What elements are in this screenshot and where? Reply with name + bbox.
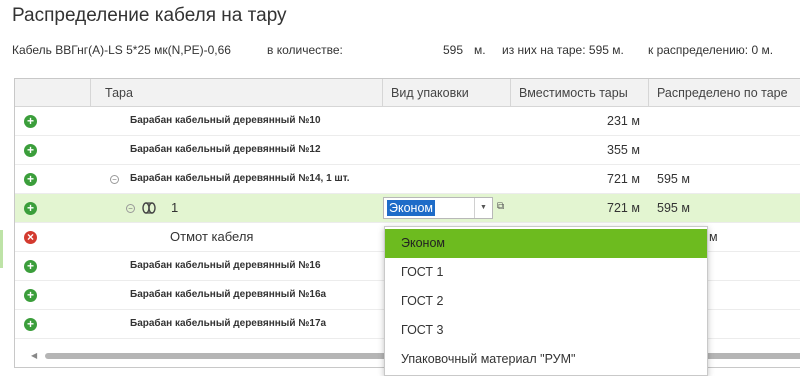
left-edge-marker	[0, 230, 3, 268]
tare-name: Барабан кабельный деревянный №16а	[130, 289, 327, 300]
dropdown-option[interactable]: Эконом	[385, 229, 707, 258]
tare-name: Барабан кабельный деревянный №12	[130, 144, 321, 155]
table-header: Тара Вид упаковки Вместимость тары Распр…	[15, 79, 800, 107]
remove-icon[interactable]: ×	[24, 231, 37, 244]
cable-name: Кабель ВВГнг(А)-LS 5*25 мк(N,PE)-0,66	[12, 43, 231, 57]
table-row[interactable]: + − Барабан кабельный деревянный №14, 1 …	[15, 165, 800, 194]
qty-value: 595	[443, 43, 464, 57]
cable-reel-icon	[142, 202, 156, 214]
cable-info-bar: Кабель ВВГнг(А)-LS 5*25 мк(N,PE)-0,66 в …	[0, 43, 800, 59]
dropdown-option[interactable]: ГОСТ 3	[385, 316, 707, 345]
packaging-select[interactable]: Эконом ▼	[383, 197, 493, 219]
table-row-selected[interactable]: + − 1 Эконом ▼ ⧉ 721 м 595 м	[15, 194, 800, 223]
qty-label: в количестве:	[267, 43, 343, 57]
add-icon[interactable]: +	[24, 202, 37, 215]
distributed-cell: 595 м	[657, 172, 690, 186]
packaging-select-value[interactable]: Эконом	[387, 200, 435, 216]
qty-unit: м.	[474, 43, 486, 57]
header-tara[interactable]: Тара	[91, 79, 383, 107]
add-icon[interactable]: +	[24, 173, 37, 186]
dropdown-option[interactable]: ГОСТ 2	[385, 287, 707, 316]
capacity-cell: 721 м	[607, 172, 640, 186]
distributed-cell: 595 м	[657, 201, 690, 215]
header-distributed[interactable]: Распределено по таре	[649, 79, 800, 107]
header-icon-col	[15, 79, 91, 107]
add-icon[interactable]: +	[24, 260, 37, 273]
add-icon[interactable]: +	[24, 289, 37, 302]
add-icon[interactable]: +	[24, 144, 37, 157]
dropdown-option[interactable]: ГОСТ 1	[385, 258, 707, 287]
on-tare-text: из них на таре: 595 м.	[502, 43, 624, 57]
open-form-icon[interactable]: ⧉	[497, 201, 509, 213]
tare-name: Барабан кабельный деревянный №10	[130, 115, 321, 126]
collapse-icon[interactable]: −	[110, 175, 119, 184]
page-title: Распределение кабеля на тару	[12, 5, 287, 26]
tare-name: Барабан кабельный деревянный №16	[130, 260, 321, 271]
capacity-cell: 721 м	[607, 201, 640, 215]
header-capacity[interactable]: Вместимость тары	[511, 79, 649, 107]
chevron-down-icon[interactable]: ▼	[474, 198, 492, 218]
table-row[interactable]: + Барабан кабельный деревянный №10 231 м	[15, 107, 800, 136]
distribution-window: Распределение кабеля на тару Кабель ВВГн…	[0, 0, 800, 376]
tare-name: Отмот кабеля	[170, 229, 254, 244]
add-icon[interactable]: +	[24, 318, 37, 331]
tare-name: 1	[171, 200, 179, 215]
collapse-icon[interactable]: −	[126, 204, 135, 213]
packaging-dropdown-list: Эконом ГОСТ 1 ГОСТ 2 ГОСТ 3 Упаковочный …	[384, 226, 708, 376]
capacity-cell: 355 м	[607, 143, 640, 157]
tare-name: Барабан кабельный деревянный №17а	[130, 318, 327, 329]
tare-name: Барабан кабельный деревянный №14, 1 шт.	[130, 173, 350, 184]
distributed-cell: м	[709, 230, 718, 244]
dropdown-option[interactable]: Упаковочный материал "РУМ"	[385, 345, 707, 374]
add-icon[interactable]: +	[24, 115, 37, 128]
to-distribute-text: к распределению: 0 м.	[648, 43, 774, 57]
capacity-cell: 231 м	[607, 114, 640, 128]
scroll-left-icon[interactable]: ◀	[31, 351, 37, 361]
table-row[interactable]: + Барабан кабельный деревянный №12 355 м	[15, 136, 800, 165]
header-packaging[interactable]: Вид упаковки	[383, 79, 511, 107]
